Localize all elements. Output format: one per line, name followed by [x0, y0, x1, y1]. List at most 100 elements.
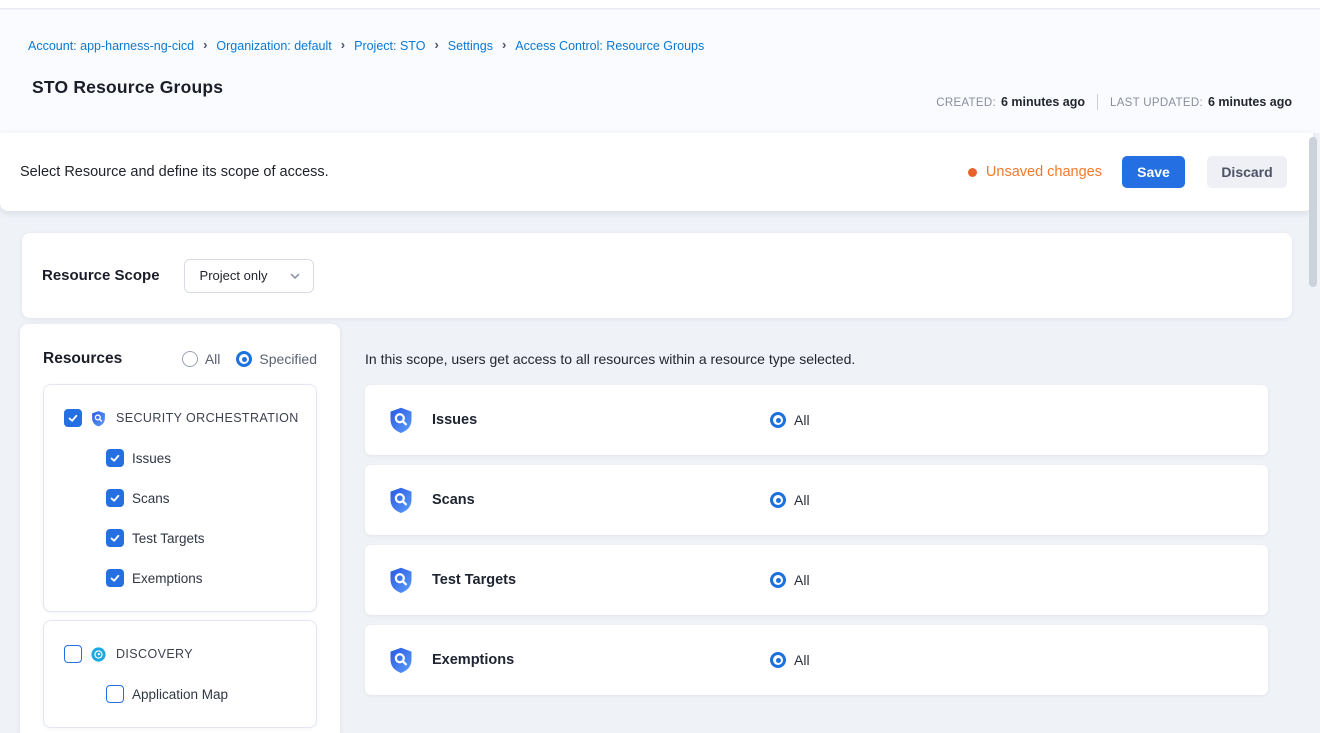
resource-item-label: Exemptions	[132, 571, 203, 586]
breadcrumb-separator: ›	[203, 37, 207, 52]
resource-row-label: Issues	[432, 412, 477, 428]
breadcrumb-separator: ›	[434, 37, 438, 52]
breadcrumb-access-control[interactable]: Access Control: Resource Groups	[515, 39, 704, 53]
radio-specified-label: Specified	[259, 351, 317, 367]
vertical-scrollbar[interactable]	[1307, 133, 1320, 733]
sto-shield-icon	[90, 410, 107, 427]
radio-option-specified[interactable]: Specified	[236, 351, 317, 367]
action-toolbar: Select Resource and define its scope of …	[0, 133, 1313, 211]
resource-row-label: Scans	[432, 492, 475, 508]
scope-info-text: In this scope, users get access to all r…	[365, 351, 855, 367]
breadcrumb: Account: app-harness-ng-cicd › Organizat…	[28, 38, 704, 53]
breadcrumb-project[interactable]: Project: STO	[354, 39, 425, 53]
resource-row-test-targets: Test Targets All	[365, 545, 1268, 615]
radio-all-label: All	[205, 351, 221, 367]
check-icon	[67, 412, 79, 424]
resource-row-label: Test Targets	[432, 572, 516, 588]
header-meta: CREATED: 6 minutes ago LAST UPDATED: 6 min…	[936, 94, 1292, 110]
created-value: 6 minutes ago	[1001, 95, 1085, 109]
sto-shield-icon	[387, 406, 415, 434]
last-updated-label: LAST UPDATED:	[1110, 97, 1203, 109]
unsaved-changes-dot-icon	[968, 168, 977, 177]
all-radio-label: All	[794, 412, 810, 428]
resource-group-discovery: DISCOVERY Application Map	[43, 620, 317, 728]
access-radio-group: All	[770, 492, 810, 508]
discovery-icon	[90, 646, 107, 663]
check-icon	[109, 532, 121, 544]
chevron-down-icon	[289, 270, 301, 282]
meta-divider	[1097, 94, 1098, 110]
breadcrumb-separator: ›	[341, 37, 345, 52]
resources-panel-header: Resources All Specified	[43, 350, 317, 368]
access-radio-group: All	[770, 652, 810, 668]
access-radio-group: All	[770, 412, 810, 428]
group-header-row: DISCOVERY	[64, 645, 316, 663]
resource-item-exemptions: Exemptions	[106, 569, 316, 587]
discovery-checkbox[interactable]	[64, 645, 82, 663]
all-radio-icon[interactable]	[770, 412, 786, 428]
resources-title: Resources	[43, 350, 122, 368]
sto-shield-icon	[387, 566, 415, 594]
scrollbar-thumb[interactable]	[1309, 137, 1317, 287]
toolbar-actions: Unsaved changes Save Discard	[968, 156, 1287, 188]
resources-panel: Resources All Specified SECURITY ORCHEST…	[20, 324, 340, 733]
page-title: STO Resource Groups	[32, 77, 223, 98]
page-header: Account: app-harness-ng-cicd › Organizat…	[0, 10, 1320, 133]
resource-item-scans: Scans	[106, 489, 316, 507]
sto-shield-icon	[387, 646, 415, 674]
scans-checkbox[interactable]	[106, 489, 124, 507]
resource-row-label: Exemptions	[432, 652, 514, 668]
group-header-row: SECURITY ORCHESTRATION	[64, 409, 316, 427]
all-radio-icon[interactable]	[770, 492, 786, 508]
resource-item-issues: Issues	[106, 449, 316, 467]
last-updated-meta: LAST UPDATED: 6 minutes ago	[1110, 95, 1292, 109]
radio-specified-icon[interactable]	[236, 351, 252, 367]
resource-row-issues: Issues All	[365, 385, 1268, 455]
resource-scope-label: Resource Scope	[42, 267, 160, 284]
all-radio-label: All	[794, 492, 810, 508]
radio-all-icon[interactable]	[182, 351, 198, 367]
toolbar-description: Select Resource and define its scope of …	[20, 164, 329, 180]
resource-scope-card: Resource Scope Project only	[22, 233, 1292, 318]
resource-item-label: Scans	[132, 491, 170, 506]
created-label: CREATED:	[936, 97, 996, 109]
breadcrumb-account[interactable]: Account: app-harness-ng-cicd	[28, 39, 194, 53]
all-radio-icon[interactable]	[770, 572, 786, 588]
resource-row-exemptions: Exemptions All	[365, 625, 1268, 695]
discard-button[interactable]: Discard	[1207, 156, 1287, 188]
check-icon	[109, 572, 121, 584]
all-radio-label: All	[794, 652, 810, 668]
resources-mode-radio-group: All Specified	[182, 351, 317, 367]
check-icon	[109, 452, 121, 464]
test-targets-checkbox[interactable]	[106, 529, 124, 547]
unsaved-changes-label: Unsaved changes	[986, 164, 1102, 180]
access-radio-group: All	[770, 572, 810, 588]
all-radio-icon[interactable]	[770, 652, 786, 668]
resource-row-scans: Scans All	[365, 465, 1268, 535]
resource-item-label: Issues	[132, 451, 171, 466]
top-strip	[0, 0, 1320, 9]
radio-option-all[interactable]: All	[182, 351, 221, 367]
application-map-checkbox[interactable]	[106, 685, 124, 703]
group-name-label: DISCOVERY	[116, 647, 193, 661]
last-updated-value: 6 minutes ago	[1208, 95, 1292, 109]
check-icon	[109, 492, 121, 504]
resource-item-label: Test Targets	[132, 531, 205, 546]
group-name-label: SECURITY ORCHESTRATION	[116, 411, 299, 425]
issues-checkbox[interactable]	[106, 449, 124, 467]
sto-shield-icon	[387, 486, 415, 514]
created-meta: CREATED: 6 minutes ago	[936, 95, 1085, 109]
all-radio-label: All	[794, 572, 810, 588]
resource-item-test-targets: Test Targets	[106, 529, 316, 547]
exemptions-checkbox[interactable]	[106, 569, 124, 587]
breadcrumb-organization[interactable]: Organization: default	[216, 39, 331, 53]
resource-item-label: Application Map	[132, 687, 228, 702]
resource-item-application-map: Application Map	[106, 685, 316, 703]
resource-scope-selected-value: Project only	[200, 268, 289, 283]
security-orchestration-checkbox[interactable]	[64, 409, 82, 427]
save-button[interactable]: Save	[1122, 156, 1185, 188]
resource-scope-dropdown[interactable]: Project only	[184, 259, 314, 293]
breadcrumb-separator: ›	[502, 37, 506, 52]
breadcrumb-settings[interactable]: Settings	[448, 39, 493, 53]
resource-group-security-orchestration: SECURITY ORCHESTRATION Issues Scans Test…	[43, 384, 317, 612]
